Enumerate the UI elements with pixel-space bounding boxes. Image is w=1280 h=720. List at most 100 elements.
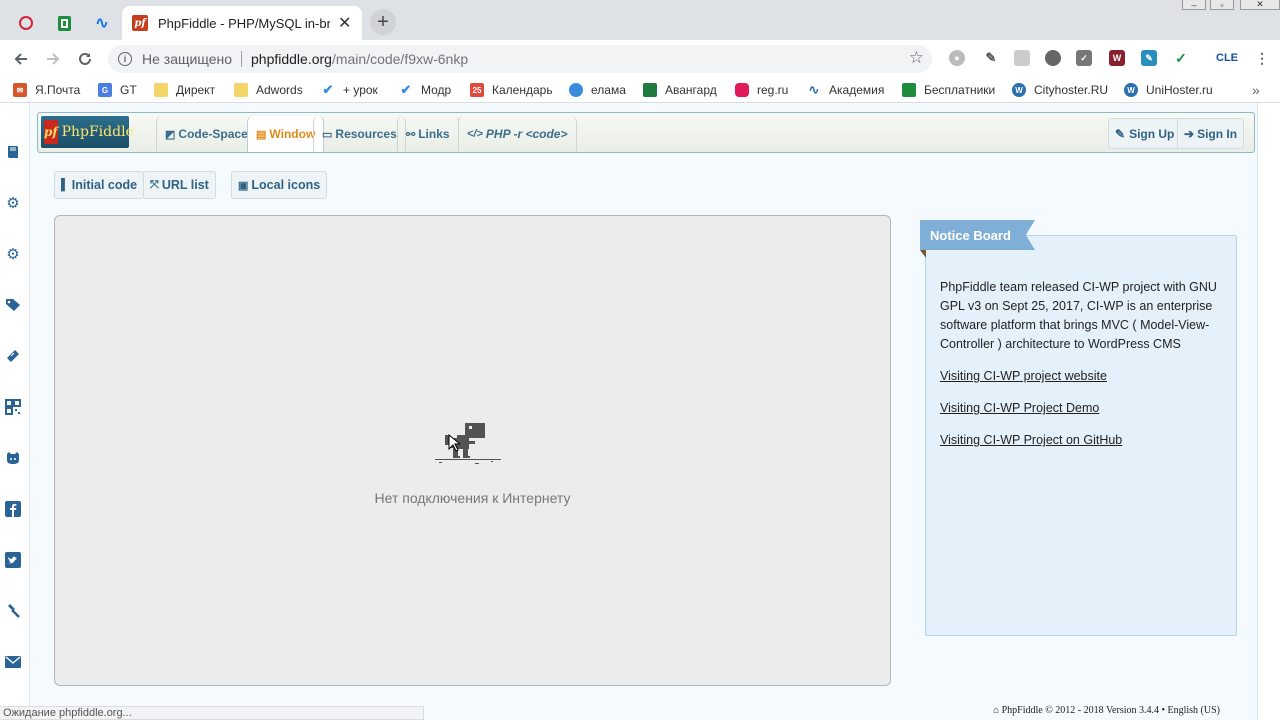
bookmark-item[interactable]: ✔ Модр: [399, 81, 452, 99]
maximize-button[interactable]: ▫: [1210, 0, 1234, 10]
minimize-button[interactable]: –: [1182, 0, 1206, 10]
arrow-left-icon: [14, 53, 27, 65]
left-sidebar: ⚙ ⚙: [0, 103, 30, 720]
button-label: URL list: [161, 178, 209, 192]
tab-label: Resources: [335, 127, 397, 141]
tab-php-r[interactable]: </> PHP -r <code>: [458, 116, 577, 152]
reload-button[interactable]: [72, 46, 98, 72]
browser-tabstrip: ∿ pf PhpFiddle - PHP/MySQL in-brow ✕ + –…: [0, 0, 1280, 40]
gavel-icon[interactable]: [4, 602, 22, 620]
expand-icon: ⤧: [150, 178, 159, 191]
browser-menu-icon[interactable]: ⋮: [1254, 50, 1270, 66]
tab-phpfiddle[interactable]: pf PhpFiddle - PHP/MySQL in-brow ✕: [122, 6, 362, 40]
extension-card-icon[interactable]: [1014, 50, 1030, 66]
wave-icon: ∿: [95, 15, 109, 32]
bookmark-item[interactable]: Adwords: [234, 81, 303, 99]
bookmark-item[interactable]: Директ: [154, 81, 215, 99]
facebook-icon[interactable]: [4, 500, 22, 518]
envelope-icon[interactable]: [4, 653, 22, 671]
info-icon[interactable]: i: [118, 52, 132, 66]
bookmark-label: reg.ru: [757, 83, 789, 97]
extension-w-icon[interactable]: W: [1109, 50, 1125, 66]
phpfiddle-logo[interactable]: pf PhpFiddle: [41, 116, 134, 148]
pinned-tab-sheets[interactable]: [46, 6, 82, 40]
extension-record-icon[interactable]: ●: [949, 50, 965, 66]
gear-icon[interactable]: ⚙: [4, 194, 22, 212]
local-icons-button[interactable]: ▣ Local icons: [231, 171, 328, 199]
extension-eyedropper-icon[interactable]: ✎: [983, 50, 999, 66]
tab-links[interactable]: ⚯ Links: [397, 116, 459, 152]
pencil-icon: ✎: [1115, 126, 1126, 141]
pinned-tab-opera[interactable]: [8, 6, 44, 40]
tab-resources[interactable]: ▭ Resources: [313, 116, 406, 152]
notice-link-github[interactable]: Visiting CI-WP Project on GitHub: [940, 431, 1222, 450]
twitter-icon[interactable]: [4, 551, 22, 569]
bookmarks-bar: ✉ Я.Почта G GT Директ Adwords ✔ + урок ✔ Мод…: [0, 77, 1280, 103]
tab-label: PHP -r <code>: [485, 127, 568, 141]
extension-check-icon[interactable]: ✓: [1076, 50, 1092, 66]
bookmark-star-icon[interactable]: ☆: [909, 48, 924, 68]
bookmark-item[interactable]: W Cityhoster.RU: [1012, 81, 1108, 99]
initial-code-button[interactable]: ▌ Initial code: [54, 171, 145, 199]
bookmarks-overflow-icon[interactable]: »: [1252, 81, 1260, 99]
url-separator: [241, 51, 242, 67]
bookmark-item[interactable]: ✔ + урок: [321, 81, 378, 99]
bookmark-item[interactable]: G GT: [98, 81, 137, 99]
tab-code-space[interactable]: ◩ Code-Space: [156, 116, 257, 152]
notice-board-title: Notice Board: [920, 220, 1035, 250]
back-button[interactable]: [8, 46, 34, 72]
gears-icon[interactable]: ⚙: [4, 245, 22, 263]
tab-close-icon[interactable]: ✕: [338, 13, 351, 33]
notice-link-demo[interactable]: Visiting CI-WP Project Demo: [940, 399, 1222, 418]
sign-up-button[interactable]: ✎ Sign Up: [1108, 118, 1182, 149]
extension-vcheck-icon[interactable]: ✓: [1173, 50, 1189, 66]
bookmark-item[interactable]: Бесплатники: [902, 81, 995, 99]
close-window-button[interactable]: ✕: [1240, 0, 1280, 10]
opera-icon: [19, 16, 33, 30]
bookmark-item[interactable]: reg.ru: [735, 81, 788, 99]
footer-copyright: ⌂ PhpFiddle © 2012 - 2018 Version 3.4.4 …: [993, 705, 1220, 716]
ticket-icon[interactable]: [4, 347, 22, 365]
check-icon: ✔: [400, 82, 412, 97]
extension-pen-icon[interactable]: ✎: [1141, 50, 1157, 66]
bookmark-label: Adwords: [256, 83, 303, 97]
bookmark-item[interactable]: елама: [569, 81, 626, 99]
calendar-icon: 25: [470, 83, 484, 97]
address-bar[interactable]: i Не защищено phpfiddle.org/main/code/f9…: [108, 45, 932, 73]
tab-title: PhpFiddle - PHP/MySQL in-brow: [158, 15, 330, 31]
mouse-cursor-icon: [448, 434, 460, 452]
bookmark-label: Директ: [176, 83, 216, 97]
url-host: phpfiddle.org: [251, 51, 332, 67]
extension-cle-icon[interactable]: CLE: [1216, 50, 1238, 66]
link-icon: ⚯: [406, 128, 416, 141]
folder-icon: [234, 83, 248, 97]
home-icon: ⌂: [993, 705, 1000, 716]
pinned-tab-wave[interactable]: ∿: [84, 6, 120, 40]
globe-icon: [569, 83, 583, 97]
result-window-frame[interactable]: Нет подключения к Интернету: [54, 215, 891, 686]
tags-icon[interactable]: [4, 296, 22, 314]
notice-link-website[interactable]: Visiting CI-WP project website: [940, 367, 1222, 386]
page-viewport: ⚙ ⚙ pf PhpFiddle ◩ Code-Space ▤ Window ▭…: [0, 103, 1280, 720]
bank-icon: [643, 83, 657, 97]
bookmark-label: елама: [591, 83, 626, 97]
tab-label: Window: [269, 127, 316, 141]
window-icon: ▤: [256, 128, 267, 141]
new-tab-button[interactable]: +: [370, 9, 396, 35]
extension-circle-icon[interactable]: [1045, 50, 1061, 66]
qrcode-icon[interactable]: [4, 398, 22, 416]
forward-button[interactable]: [40, 46, 66, 72]
github-icon[interactable]: [4, 449, 22, 467]
sign-in-button[interactable]: ➔ Sign In: [1177, 118, 1245, 149]
phpfiddle-favicon-icon: pf: [132, 15, 148, 31]
bookmark-item[interactable]: W UniHoster.ru: [1124, 81, 1213, 99]
not-secure-label: Не защищено: [142, 51, 232, 67]
bookmark-item[interactable]: ∿ Академия: [807, 81, 885, 99]
ribbon-fold: [920, 250, 926, 258]
bookmark-item[interactable]: ✉ Я.Почта: [13, 81, 80, 99]
url-list-button[interactable]: ⤧ URL list: [143, 171, 216, 199]
bookmark-item[interactable]: 25 Календарь: [470, 81, 553, 99]
book-icon[interactable]: [4, 143, 22, 161]
bookmark-item[interactable]: Авангард: [643, 81, 717, 99]
bookmark-label: Я.Почта: [35, 83, 81, 97]
